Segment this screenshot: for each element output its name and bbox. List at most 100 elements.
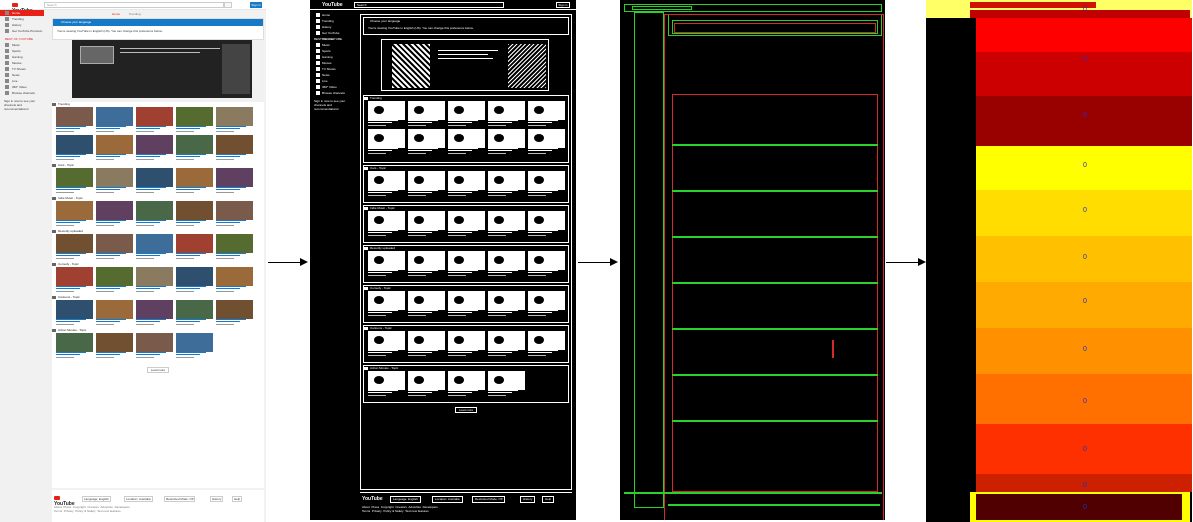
- footer-history-button[interactable]: History: [210, 496, 224, 502]
- video-tile[interactable]: [176, 267, 213, 295]
- footer-help-button[interactable]: Help: [232, 496, 243, 502]
- video-tile[interactable]: [96, 267, 133, 295]
- video-tile[interactable]: [136, 267, 173, 295]
- video-thumbnail[interactable]: [56, 201, 93, 220]
- load-more-button[interactable]: Load more: [147, 367, 169, 373]
- video-thumbnail[interactable]: [176, 300, 213, 319]
- video-tile[interactable]: [216, 201, 253, 229]
- video-thumbnail[interactable]: [176, 135, 213, 154]
- tab-trending[interactable]: Trending: [129, 12, 141, 16]
- video-thumbnail[interactable]: [176, 168, 213, 187]
- video-thumbnail[interactable]: [96, 107, 133, 126]
- video-tile[interactable]: [176, 201, 213, 229]
- shelf-title[interactable]: Cartoons - Topic: [52, 295, 264, 300]
- video-tile[interactable]: [96, 300, 133, 328]
- video-thumbnail[interactable]: [56, 168, 93, 187]
- video-tile[interactable]: [136, 234, 173, 262]
- video-thumbnail[interactable]: [136, 333, 173, 352]
- video-tile[interactable]: [136, 201, 173, 229]
- video-tile[interactable]: [56, 107, 93, 135]
- video-thumbnail[interactable]: [96, 168, 133, 187]
- footer-restricted-button[interactable]: Restricted Mode: Off: [164, 496, 196, 502]
- video-thumbnail[interactable]: [216, 135, 253, 154]
- video-tile[interactable]: [56, 300, 93, 328]
- shelf-title[interactable]: Indie Music - Topic: [52, 196, 264, 201]
- video-thumbnail[interactable]: [56, 234, 93, 253]
- video-tile[interactable]: [216, 267, 253, 295]
- video-tile[interactable]: [176, 168, 213, 196]
- video-tile[interactable]: [56, 333, 93, 361]
- shelf-title[interactable]: Comedy - Topic: [52, 262, 264, 267]
- video-tile[interactable]: [216, 135, 253, 163]
- shelf-title[interactable]: Trending: [52, 102, 264, 107]
- video-thumbnail[interactable]: [216, 168, 253, 187]
- video-tile[interactable]: [56, 168, 93, 196]
- video-thumbnail[interactable]: [176, 333, 213, 352]
- video-tile[interactable]: [56, 267, 93, 295]
- video-thumbnail[interactable]: [96, 135, 133, 154]
- video-thumbnail[interactable]: [56, 267, 93, 286]
- video-thumbnail[interactable]: [136, 135, 173, 154]
- video-tile[interactable]: [96, 168, 133, 196]
- video-thumbnail[interactable]: [56, 135, 93, 154]
- video-tile[interactable]: [56, 234, 93, 262]
- video-tile[interactable]: [56, 135, 93, 163]
- video-thumbnail[interactable]: [176, 267, 213, 286]
- video-thumbnail[interactable]: [216, 267, 253, 286]
- video-thumbnail[interactable]: [136, 234, 173, 253]
- video-tile[interactable]: [96, 234, 133, 262]
- video-tile[interactable]: [176, 300, 213, 328]
- shelf-title[interactable]: Action Movies - Topic: [52, 328, 264, 333]
- video-thumbnail[interactable]: [216, 201, 253, 220]
- footer-link[interactable]: Terms: [54, 509, 62, 513]
- video-thumbnail[interactable]: [136, 201, 173, 220]
- footer-language-button[interactable]: Language: English: [82, 496, 111, 502]
- sign-in-button[interactable]: Sign in: [250, 2, 262, 8]
- video-thumbnail[interactable]: [96, 333, 133, 352]
- video-thumbnail[interactable]: [216, 234, 253, 253]
- video-tile[interactable]: [96, 201, 133, 229]
- shelf-title[interactable]: Recently uploaded: [52, 229, 264, 234]
- video-thumbnail[interactable]: [96, 300, 133, 319]
- tab-home[interactable]: Home: [112, 12, 120, 16]
- youtube-logo[interactable]: YouTube: [12, 2, 34, 14]
- video-thumbnail[interactable]: [56, 333, 93, 352]
- sidebar-item-browse-channels[interactable]: Browse channels: [0, 90, 44, 96]
- video-thumbnail[interactable]: [136, 168, 173, 187]
- video-thumbnail[interactable]: [56, 300, 93, 319]
- video-tile[interactable]: [176, 135, 213, 163]
- video-thumbnail[interactable]: [216, 107, 253, 126]
- shelf-title[interactable]: Cars - Topic: [52, 163, 264, 168]
- video-tile[interactable]: [176, 107, 213, 135]
- video-thumbnail[interactable]: [56, 107, 93, 126]
- footer-logo[interactable]: YouTube: [54, 495, 76, 507]
- video-thumbnail[interactable]: [96, 267, 133, 286]
- footer-location-button[interactable]: Location: Australia: [124, 496, 153, 502]
- video-thumbnail[interactable]: [176, 107, 213, 126]
- search-input[interactable]: Search: [44, 2, 224, 8]
- video-tile[interactable]: [216, 234, 253, 262]
- video-tile[interactable]: [136, 168, 173, 196]
- video-tile[interactable]: [136, 107, 173, 135]
- video-tile[interactable]: [96, 333, 133, 361]
- promo-banner[interactable]: [72, 40, 252, 98]
- video-thumbnail[interactable]: [136, 300, 173, 319]
- video-tile[interactable]: [136, 300, 173, 328]
- video-tile[interactable]: [96, 107, 133, 135]
- video-tile[interactable]: [136, 333, 173, 361]
- video-thumbnail[interactable]: [176, 234, 213, 253]
- video-thumbnail[interactable]: [136, 267, 173, 286]
- video-thumbnail[interactable]: [176, 201, 213, 220]
- video-thumbnail[interactable]: [216, 300, 253, 319]
- footer-link[interactable]: Policy & Safety: [75, 509, 95, 513]
- video-thumbnail[interactable]: [96, 234, 133, 253]
- video-tile[interactable]: [216, 300, 253, 328]
- sidebar-item-premium[interactable]: Get YouTube Premium: [0, 28, 44, 34]
- video-tile[interactable]: [176, 333, 213, 361]
- video-tile[interactable]: [216, 168, 253, 196]
- video-tile[interactable]: [56, 201, 93, 229]
- footer-link[interactable]: Privacy: [64, 509, 74, 513]
- video-tile[interactable]: [136, 135, 173, 163]
- video-tile[interactable]: [96, 135, 133, 163]
- video-thumbnail[interactable]: [136, 107, 173, 126]
